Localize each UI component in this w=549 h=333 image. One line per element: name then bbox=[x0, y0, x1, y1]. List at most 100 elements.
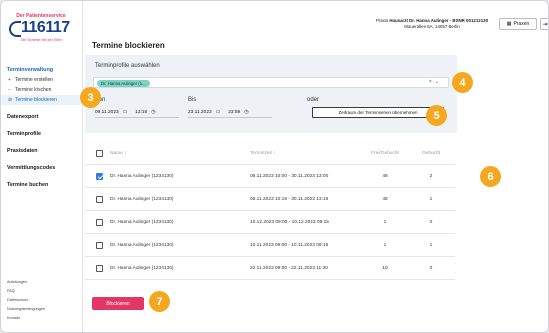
sidebar-item-termine-loeschen[interactable]: − Termine löschen bbox=[1, 85, 83, 95]
col-terminzeit[interactable]: Terminzeit ↕ bbox=[250, 142, 276, 165]
sidebar-item-label: Termine erstellen bbox=[15, 77, 54, 83]
praxen-button[interactable]: ▦ Praxen bbox=[499, 18, 537, 30]
sidebar-item-terminverwaltung[interactable]: Terminverwaltung bbox=[1, 65, 83, 75]
link-faq[interactable]: FAQ bbox=[7, 287, 45, 296]
bis-label: Bis bbox=[188, 97, 197, 103]
praxis-address: Mauerallee 6A, 14057 Berlin bbox=[404, 24, 460, 29]
von-time-value: 13:18 bbox=[135, 110, 148, 115]
cell-name: Dr. Hanna Aulinger (1234130) bbox=[110, 243, 174, 248]
filter-panel: Terminprofile auswählen Dr. Hanna Auling… bbox=[85, 55, 457, 133]
col-name[interactable]: Name ↕ bbox=[110, 142, 127, 165]
block-button[interactable]: Blockieren bbox=[92, 297, 144, 310]
bis-date-value: 23.11.2023 bbox=[188, 110, 212, 115]
minus-icon: − bbox=[8, 87, 11, 93]
apply-series-period-button[interactable]: Zeitraum der Terminserien übernehmen bbox=[312, 107, 444, 118]
calendar-icon: ▭ bbox=[215, 110, 221, 115]
von-date-value: 09.11.2023 bbox=[95, 110, 119, 115]
profile-select[interactable]: Dr. Hanna Aulinger (1... ×⌄ bbox=[93, 77, 449, 88]
plus-icon: + bbox=[8, 77, 11, 83]
link-datenschutz[interactable]: Datenschutz bbox=[7, 296, 45, 305]
row-checkbox[interactable] bbox=[96, 241, 103, 249]
cell-name: Dr. Hanna Aulinger (1234130) bbox=[110, 266, 174, 271]
sidebar-item-label: Termine blockieren bbox=[15, 97, 57, 103]
col-frei-gebucht: Frei/Gebucht bbox=[371, 151, 399, 156]
link-anleitungen[interactable]: Anleitungen bbox=[7, 278, 45, 287]
bis-time-value: 23:59 bbox=[228, 110, 241, 115]
page-title: Termine blockieren bbox=[92, 41, 165, 50]
step-marker-6: 6 bbox=[480, 166, 501, 187]
select-all-checkbox[interactable] bbox=[96, 149, 103, 157]
cell-gebucht: 0 bbox=[429, 220, 433, 225]
table-row[interactable]: Dr. Hanna Aulinger (1234130) 06.11.2023 … bbox=[85, 188, 455, 211]
cell-terminzeit: 10.11.2023 09:00 - 10.11.2023 09:15 bbox=[250, 243, 329, 248]
row-checkbox[interactable] bbox=[96, 172, 103, 180]
select-controls: ×⌄ bbox=[429, 79, 442, 85]
sidebar-item-termine-blockieren[interactable]: ⊘ Termine blockieren bbox=[1, 95, 83, 105]
cell-frei: 48 bbox=[382, 174, 388, 179]
link-kontakt[interactable]: Kontakt bbox=[7, 314, 45, 323]
von-datetime-input[interactable]: 09.11.2023 ▭ 13:18 ◷ bbox=[95, 108, 179, 118]
app-window: Der Patientenservice 116117 Die Nummer m… bbox=[0, 0, 549, 333]
cell-gebucht: 2 bbox=[429, 174, 433, 179]
cell-gebucht: 1 bbox=[429, 197, 433, 202]
col-gebucht: Gebucht bbox=[421, 151, 441, 156]
praxis-prefix: Praxis bbox=[375, 18, 389, 23]
row-checkbox[interactable] bbox=[96, 218, 103, 226]
cell-name: Dr. Hanna Aulinger (1234130) bbox=[110, 197, 174, 202]
cell-terminzeit: 10.12.2023 09:00 - 10.12.2023 09:15 bbox=[250, 220, 329, 225]
sidebar-item-datenexport[interactable]: Datenexport bbox=[1, 112, 83, 122]
step-marker-7: 7 bbox=[149, 291, 170, 312]
cell-terminzeit: 06.11.2023 10:00 - 30.11.2023 13:00 bbox=[250, 174, 329, 179]
oder-label: oder bbox=[307, 97, 320, 103]
cell-gebucht: 1 bbox=[429, 243, 433, 248]
sidebar-item-terminprofile[interactable]: Terminprofile bbox=[1, 129, 83, 139]
praxen-button-label: Praxen bbox=[513, 21, 530, 27]
sidebar-item-praxisdaten[interactable]: Praxisdaten bbox=[1, 146, 83, 156]
logout-button[interactable]: ⇥ bbox=[540, 18, 548, 30]
table-header: Name ↕ Terminzeit ↕ Frei/Gebucht Gebucht bbox=[85, 142, 455, 165]
step-marker-3: 3 bbox=[80, 87, 101, 108]
sidebar-item-termine-erstellen[interactable]: + Termine erstellen bbox=[1, 75, 83, 85]
profile-chip[interactable]: Dr. Hanna Aulinger (1... bbox=[97, 79, 150, 87]
table-row[interactable]: Dr. Hanna Aulinger (1234130) 22.11.2023 … bbox=[85, 257, 455, 280]
row-checkbox[interactable] bbox=[96, 264, 103, 272]
link-nutzungsbedingungen[interactable]: Nutzungsbedingungen bbox=[7, 305, 45, 314]
bis-datetime-input[interactable]: 23.11.2023 ▭ 23:59 ◷ bbox=[188, 108, 272, 118]
cell-frei: 10 bbox=[382, 266, 388, 271]
sidebar-item-termine-buchen[interactable]: Termine buchen bbox=[1, 180, 83, 190]
cell-terminzeit: 06.11.2023 10:16 - 30.11.2023 13:16 bbox=[250, 197, 329, 202]
table-row[interactable]: Dr. Hanna Aulinger (1234130) 10.11.2023 … bbox=[85, 234, 455, 257]
footer-links: Anleitungen FAQ Datenschutz Nutzungsbedi… bbox=[7, 278, 45, 323]
table-row[interactable]: Dr. Hanna Aulinger (1234130) 06.11.2023 … bbox=[85, 165, 455, 188]
sidebar-item-vermittlungscodes[interactable]: Vermittlungscodes bbox=[1, 163, 83, 173]
sidebar: Der Patientenservice 116117 Die Nummer m… bbox=[1, 1, 83, 332]
cell-frei: 48 bbox=[382, 197, 388, 202]
building-icon: ▦ bbox=[506, 21, 512, 27]
logout-icon: ⇥ bbox=[542, 21, 548, 28]
phone-icon bbox=[9, 21, 21, 37]
profile-label: Terminprofile auswählen bbox=[95, 63, 160, 69]
step-marker-4: 4 bbox=[452, 72, 473, 93]
clock-icon: ◷ bbox=[244, 110, 249, 115]
praxis-name: Hausarzt Dr. Hanna Aulinger - BSNR 00121… bbox=[389, 18, 489, 23]
cell-gebucht: 0 bbox=[429, 266, 433, 271]
block-icon: ⊘ bbox=[8, 97, 13, 103]
cell-name: Dr. Hanna Aulinger (1234130) bbox=[110, 220, 174, 225]
table-row[interactable]: Dr. Hanna Aulinger (1234130) 10.12.2023 … bbox=[85, 211, 455, 234]
row-checkbox[interactable] bbox=[96, 195, 103, 203]
cell-name: Dr. Hanna Aulinger (1234130) bbox=[110, 174, 174, 179]
cell-frei: 1 bbox=[383, 220, 387, 225]
sidebar-nav: Terminverwaltung + Termine erstellen − Ter… bbox=[1, 65, 83, 190]
logo-bottom-text: Die Nummer mit den Elfen bbox=[21, 38, 63, 42]
chevron-down-icon[interactable]: ⌄ bbox=[435, 79, 442, 85]
cell-terminzeit: 22.11.2023 09:00 - 22.11.2023 11:30 bbox=[250, 266, 328, 271]
appointments-table: Name ↕ Terminzeit ↕ Frei/Gebucht Gebucht… bbox=[85, 142, 455, 280]
clock-icon: ◷ bbox=[151, 110, 156, 115]
logo: Der Patientenservice 116117 Die Nummer m… bbox=[9, 13, 73, 51]
logo-number: 116117 bbox=[21, 19, 70, 36]
calendar-icon: ▭ bbox=[122, 110, 128, 115]
cell-frei: 1 bbox=[383, 243, 387, 248]
praxis-info: Praxis Hausarzt Dr. Hanna Aulinger - BSN… bbox=[371, 18, 493, 30]
sidebar-item-label: Termine löschen bbox=[15, 87, 52, 93]
step-marker-5: 5 bbox=[426, 105, 447, 126]
